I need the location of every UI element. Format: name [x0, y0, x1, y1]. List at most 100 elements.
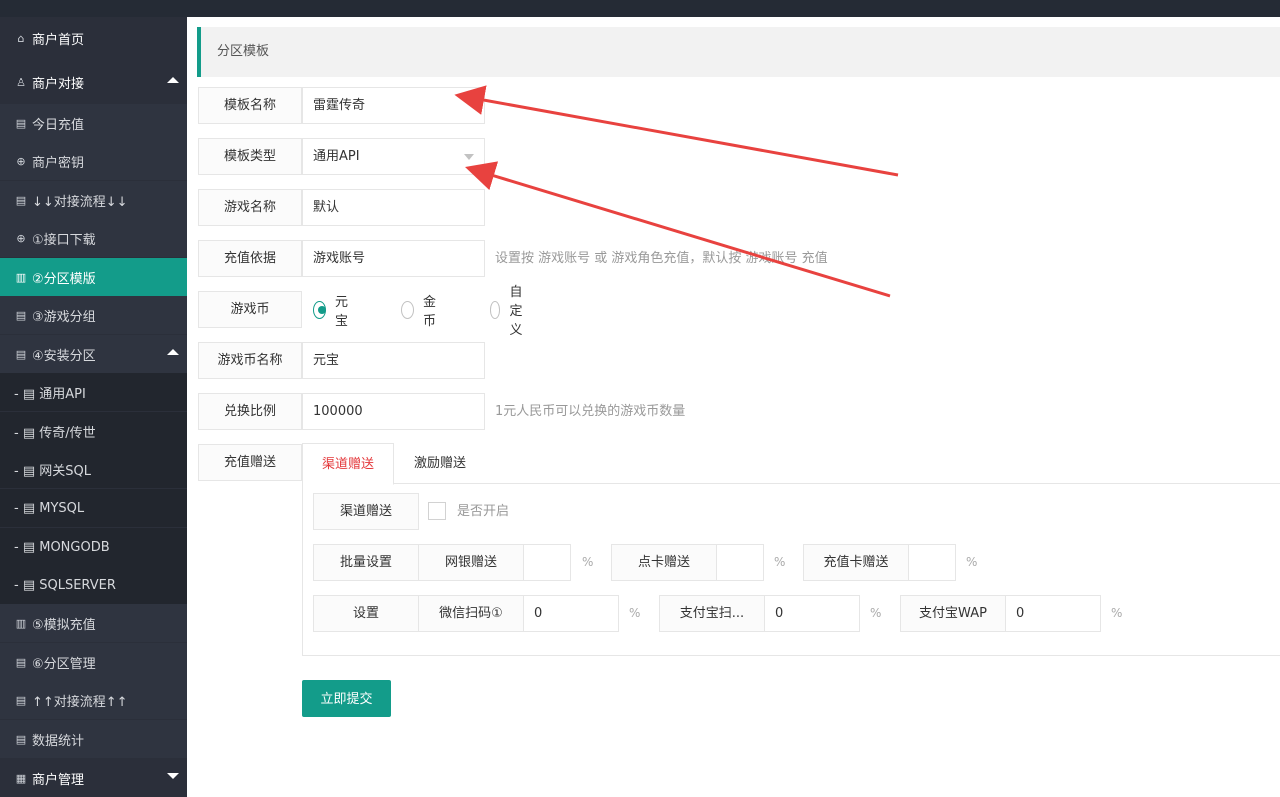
- sidebar-item-game-group[interactable]: ▤ ③游戏分组: [0, 296, 187, 334]
- game-name-label: 游戏名称: [198, 189, 302, 226]
- user-icon: ♙: [16, 75, 26, 89]
- sidebar-item-api-download[interactable]: ⊕ ①接口下载: [0, 219, 187, 257]
- sidebar-item-flow-start[interactable]: ▤ ↓↓对接流程↓↓: [0, 181, 187, 219]
- sidebar-item-label: 数据统计: [32, 733, 85, 749]
- sidebar-item-merchant-key[interactable]: ⊕ 商户密钥: [0, 142, 187, 180]
- radio-gold[interactable]: 金币: [401, 291, 441, 329]
- recharge-card-bonus-input[interactable]: [908, 544, 956, 581]
- radio-label: 元宝: [335, 294, 349, 329]
- enable-checkbox-label: 是否开启: [457, 504, 510, 519]
- sidebar: ⌂ 商户首页 ♙ 商户对接 ▤ 今日充值 ⊕ 商户密钥 ▤ ↓↓对接流程↓↓ ⊕ ①接口下载…: [0, 17, 187, 797]
- currency-name-input[interactable]: 元宝: [302, 342, 485, 379]
- percent-label: %: [870, 606, 882, 620]
- template-type-select[interactable]: 通用API: [302, 138, 485, 175]
- doc-icon: ▤: [15, 193, 27, 207]
- radio-custom[interactable]: 自定义: [490, 285, 530, 338]
- download-icon: ⊕: [16, 154, 26, 168]
- alipay-wap-label: 支付宝WAP: [900, 595, 1006, 632]
- sidebar-item-label: 商户管理: [32, 772, 85, 788]
- sidebar-item-label: ①接口下载: [32, 232, 96, 248]
- sidebar-item-label: - ▤ 网关SQL: [14, 463, 91, 479]
- alipay-scan-label: 支付宝扫...: [659, 595, 765, 632]
- doc-icon: ▤: [15, 655, 27, 669]
- sidebar-item-label: - ▤ MYSQL: [14, 500, 85, 516]
- wechat-scan-input[interactable]: 0: [523, 595, 619, 632]
- tab-channel-bonus[interactable]: 渠道赠送: [302, 443, 394, 485]
- sidebar-item-label: - ▤ SQLSERVER: [14, 577, 116, 593]
- recharge-basis-hint: 设置按 游戏账号 或 游戏角色充值，默认按 游戏账号 充值: [495, 251, 828, 266]
- sidebar-item-label: - ▤ 通用API: [14, 386, 86, 402]
- template-name-label: 模板名称: [198, 87, 302, 124]
- sidebar-item-zone-template[interactable]: ▥ ②分区模版: [0, 258, 187, 296]
- recharge-basis-input[interactable]: 游戏账号: [302, 240, 485, 277]
- sidebar-item-label: ③游戏分组: [32, 309, 96, 325]
- wechat-scan-label: 微信扫码①: [418, 595, 524, 632]
- caret-down-icon: [167, 773, 179, 779]
- radio-unchecked-icon: [401, 300, 415, 319]
- sidebar-item-today-recharge[interactable]: ▤ 今日充值: [0, 104, 187, 142]
- sidebar-item-flow-end[interactable]: ▤ ↑↑对接流程↑↑: [0, 681, 187, 719]
- channel-bonus-panel: 渠道赠送 是否开启 批量设置 网银赠送 % 点卡赠送 % 充值卡赠送 % 设置 …: [302, 483, 1280, 656]
- sidebar-item-sqlserver[interactable]: - ▤ SQLSERVER: [0, 566, 187, 604]
- sidebar-item-gateway-sql[interactable]: - ▤ 网关SQL: [0, 450, 187, 488]
- exchange-ratio-label: 兑换比例: [198, 393, 302, 430]
- recharge-card-bonus-label: 充值卡赠送: [803, 544, 909, 581]
- grid-icon: ▦: [15, 771, 27, 785]
- radio-checked-icon: [313, 300, 327, 319]
- doc-icon: ▤: [15, 347, 27, 361]
- submit-button[interactable]: 立即提交: [302, 680, 391, 717]
- sidebar-item-simulate-recharge[interactable]: ▥ ⑤模拟充值: [0, 604, 187, 642]
- alipay-scan-input[interactable]: 0: [764, 595, 860, 632]
- card-bonus-input[interactable]: [716, 544, 764, 581]
- radio-yuanbao[interactable]: 元宝: [313, 291, 353, 329]
- recharge-bonus-label: 充值赠送: [198, 444, 302, 481]
- sidebar-item-merchant-manage[interactable]: ▦ 商户管理: [0, 759, 187, 797]
- template-name-input[interactable]: 雷霆传奇: [302, 87, 485, 124]
- setting-label: 设置: [313, 595, 419, 632]
- sidebar-item-zone-manage[interactable]: ▤ ⑥分区管理: [0, 643, 187, 681]
- template-type-value: 通用API: [313, 149, 360, 164]
- sidebar-item-label: ④安装分区: [32, 348, 96, 364]
- percent-label: %: [774, 555, 786, 569]
- sidebar-item-merchant-home[interactable]: ⌂ 商户首页: [0, 19, 187, 57]
- caret-up-icon: [167, 77, 179, 83]
- game-name-input[interactable]: 默认: [302, 189, 485, 226]
- bonus-tabs: 渠道赠送 激励赠送: [302, 443, 1280, 485]
- sidebar-item-label: 商户首页: [32, 32, 85, 48]
- sidebar-item-label: ⑤模拟充值: [32, 617, 96, 633]
- template-type-label: 模板类型: [198, 138, 302, 175]
- sidebar-item-label: - ▤ 传奇/传世: [14, 425, 96, 441]
- sidebar-item-mongodb[interactable]: - ▤ MONGODB: [0, 528, 187, 566]
- sidebar-item-label: ↓↓对接流程↓↓: [32, 194, 128, 210]
- percent-label: %: [582, 555, 594, 569]
- percent-label: %: [1111, 606, 1123, 620]
- card-bonus-label: 点卡赠送: [611, 544, 717, 581]
- sidebar-item-mysql[interactable]: - ▤ MYSQL: [0, 489, 187, 527]
- home-icon: ⌂: [17, 31, 25, 45]
- bank-bonus-input[interactable]: [523, 544, 571, 581]
- sidebar-item-install-zone[interactable]: ▤ ④安装分区: [0, 335, 187, 373]
- top-bar: [0, 0, 1280, 17]
- tab-incentive-bonus[interactable]: 激励赠送: [394, 443, 486, 484]
- sidebar-item-label: 商户对接: [32, 76, 85, 92]
- sidebar-item-label: ②分区模版: [32, 271, 96, 287]
- radio-unchecked-icon: [490, 300, 501, 319]
- sidebar-item-label: 商户密钥: [32, 155, 85, 171]
- sidebar-item-label: - ▤ MONGODB: [14, 539, 110, 555]
- enable-checkbox[interactable]: [428, 502, 446, 520]
- percent-label: %: [629, 606, 641, 620]
- doc-icon: ▤: [15, 732, 27, 746]
- alipay-wap-input[interactable]: 0: [1005, 595, 1101, 632]
- channel-enable-label: 渠道赠送: [313, 493, 419, 530]
- sidebar-item-generic-api[interactable]: - ▤ 通用API: [0, 373, 187, 411]
- caret-up-icon: [167, 349, 179, 355]
- sidebar-item-label: 今日充值: [32, 117, 85, 133]
- doc-icon: ▤: [15, 116, 27, 130]
- percent-label: %: [966, 555, 978, 569]
- doc-icon: ▤: [15, 693, 27, 707]
- sidebar-item-statistics[interactable]: ▤ 数据统计: [0, 720, 187, 758]
- recharge-basis-label: 充值依据: [198, 240, 302, 277]
- sidebar-item-legend[interactable]: - ▤ 传奇/传世: [0, 412, 187, 450]
- exchange-ratio-input[interactable]: 100000: [302, 393, 485, 430]
- sidebar-item-merchant-integration[interactable]: ♙ 商户对接: [0, 63, 187, 101]
